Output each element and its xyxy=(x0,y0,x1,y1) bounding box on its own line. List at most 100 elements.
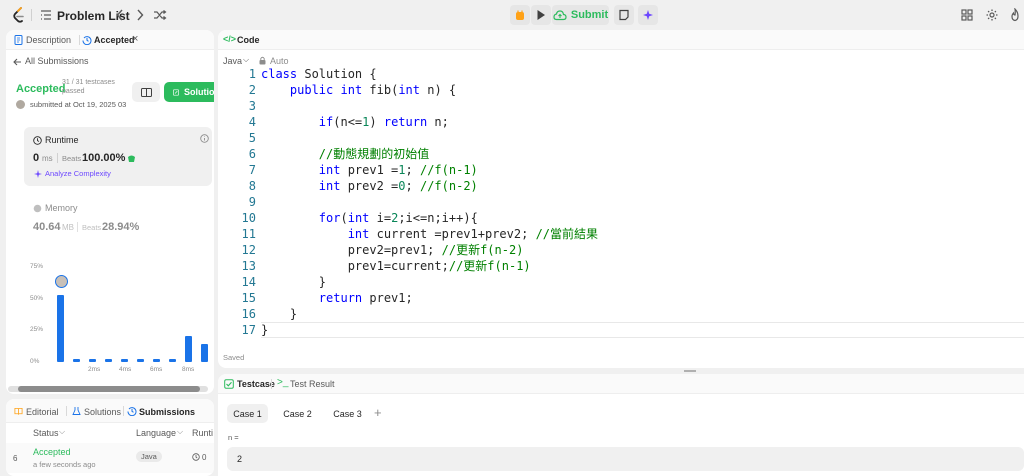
notes-button[interactable] xyxy=(614,5,634,25)
code-line[interactable]: //動態規劃的初始值 xyxy=(261,146,429,162)
tab-test-result[interactable]: Test Result xyxy=(290,379,335,389)
y-tick-label: 75% xyxy=(30,263,44,270)
shuffle-icon[interactable] xyxy=(153,8,167,22)
code-line[interactable]: if(n<=1) return n; xyxy=(261,114,449,130)
tab-solutions[interactable]: Solutions xyxy=(84,407,121,417)
code-title: Code xyxy=(237,35,260,45)
editor-layout-button[interactable] xyxy=(132,82,160,102)
line-number: 14 xyxy=(241,275,256,289)
submissions-panel: Editorial Solutions Submissions Status ⌵… xyxy=(6,399,214,476)
run-button[interactable] xyxy=(531,5,551,25)
line-number: 9 xyxy=(248,195,256,209)
code-line[interactable]: int prev2 =0; //f(n-2) xyxy=(261,178,478,194)
testcase-panel: Testcase >_ Test Result Case 1 Case 2 Ca… xyxy=(218,374,1024,476)
leetcode-logo-icon[interactable] xyxy=(11,7,27,23)
resize-handle[interactable] xyxy=(684,370,696,372)
divider xyxy=(57,153,58,163)
code-line[interactable]: } xyxy=(261,306,297,322)
cloud-upload-icon xyxy=(553,10,567,21)
saved-status: Saved xyxy=(223,353,245,362)
memory-beats: 28.94% xyxy=(102,221,140,233)
chart-bar[interactable] xyxy=(153,359,160,362)
line-number: 3 xyxy=(248,99,256,113)
history-icon xyxy=(127,406,137,416)
code-line[interactable]: int prev1 =1; //f(n-1) xyxy=(261,162,478,178)
line-number: 15 xyxy=(241,291,256,305)
testcases-count: 31 / 31 testcases xyxy=(62,79,115,86)
row-status[interactable]: Accepted xyxy=(33,447,71,457)
tab-editorial[interactable]: Editorial xyxy=(26,407,59,417)
streak-fire-icon[interactable] xyxy=(1008,7,1022,23)
horizontal-scrollbar[interactable] xyxy=(8,386,208,392)
gear-icon[interactable] xyxy=(985,8,999,22)
chart-bar[interactable] xyxy=(121,359,128,362)
avatar xyxy=(16,100,25,109)
runtime-card[interactable]: Runtime 0 ms Beats 100.00% Analyze Compl… xyxy=(24,127,212,186)
left-tab-bar: Description Accepted × xyxy=(6,30,214,50)
chevron-down-icon[interactable]: ⌵ xyxy=(243,55,249,65)
table-row[interactable]: 6 Accepted a few seconds ago Java 0 xyxy=(6,443,214,473)
top-bar: Problem List Submit xyxy=(0,0,1024,30)
chevron-down-icon[interactable]: ⌵ xyxy=(177,427,183,437)
ai-assistant-button[interactable] xyxy=(638,5,658,25)
language-selector[interactable]: Java xyxy=(223,56,242,66)
code-line[interactable]: prev2=prev1; //更新f(n-2) xyxy=(261,242,524,258)
chart-bar[interactable] xyxy=(201,344,208,362)
chart-bar[interactable] xyxy=(105,359,112,362)
tab-testcase[interactable]: Testcase xyxy=(237,379,275,389)
code-line[interactable]: return prev1; xyxy=(261,290,413,306)
tab-accepted[interactable]: Accepted xyxy=(94,35,135,45)
status-accepted: Accepted xyxy=(16,83,66,95)
tab-submissions[interactable]: Submissions xyxy=(139,407,195,417)
scrollbar-thumb[interactable] xyxy=(18,386,200,392)
arrow-left-icon[interactable] xyxy=(12,57,22,67)
checkbox-icon xyxy=(224,379,234,389)
chart-bar[interactable] xyxy=(185,336,192,362)
layout-grid-icon[interactable] xyxy=(960,8,974,22)
chevron-left-icon[interactable] xyxy=(114,8,126,22)
submit-button[interactable]: Submit xyxy=(552,5,609,25)
case-2-tab[interactable]: Case 2 xyxy=(277,404,318,423)
close-icon[interactable]: × xyxy=(132,33,138,45)
add-case-icon[interactable]: + xyxy=(374,405,382,420)
clock-icon xyxy=(33,136,42,145)
column-header-status[interactable]: Status xyxy=(33,428,59,438)
code-line[interactable]: class Solution { xyxy=(261,66,377,82)
analyze-complexity-link[interactable]: Analyze Complexity xyxy=(45,169,111,178)
runtime-distribution-chart[interactable]: 75% 50% 25% 0% 2ms 4ms 6ms 8ms xyxy=(6,258,214,384)
line-number: 2 xyxy=(248,83,256,97)
submission-detail-panel: Description Accepted × All Submissions A… xyxy=(6,30,214,394)
divider xyxy=(66,406,67,416)
divider xyxy=(79,35,80,45)
code-line[interactable]: for(int i=2;i<=n;i++){ xyxy=(261,210,478,226)
chevron-right-icon[interactable] xyxy=(134,8,146,22)
column-header-language[interactable]: Language xyxy=(136,428,176,438)
code-line[interactable]: prev1=current;//更新f(n-1) xyxy=(261,258,531,274)
chart-bar[interactable] xyxy=(57,295,64,362)
all-submissions-link[interactable]: All Submissions xyxy=(25,56,89,66)
runtime-title: Runtime xyxy=(45,135,79,145)
code-line[interactable]: int current =prev1+prev2; //當前結果 xyxy=(261,226,598,242)
code-editor[interactable]: 1 class Solution {2 public int fib(int n)… xyxy=(218,66,1024,338)
debug-button[interactable] xyxy=(510,5,530,25)
code-line[interactable]: public int fib(int n) { xyxy=(261,82,456,98)
runtime-beats-label: Beats xyxy=(62,154,82,163)
chart-bar[interactable] xyxy=(89,359,96,362)
solution-button[interactable]: Solution xyxy=(164,82,214,102)
info-icon[interactable] xyxy=(200,134,209,143)
list-icon[interactable] xyxy=(40,8,52,22)
submit-label: Submit xyxy=(570,9,609,21)
chart-bar[interactable] xyxy=(137,359,144,362)
history-icon xyxy=(82,35,92,45)
chevron-down-icon[interactable]: ⌵ xyxy=(59,427,65,437)
chart-bar[interactable] xyxy=(73,359,80,362)
case-1-tab[interactable]: Case 1 xyxy=(227,404,268,423)
memory-unit: MB xyxy=(62,223,74,232)
chart-bar[interactable] xyxy=(169,359,176,362)
tab-description[interactable]: Description xyxy=(26,35,71,45)
divider xyxy=(123,406,124,416)
code-line[interactable]: } xyxy=(261,274,326,290)
memory-card[interactable]: Memory 40.64 MB Beats 28.94% xyxy=(24,198,212,238)
variable-input[interactable]: 2 xyxy=(227,447,1024,471)
case-3-tab[interactable]: Case 3 xyxy=(327,404,368,423)
